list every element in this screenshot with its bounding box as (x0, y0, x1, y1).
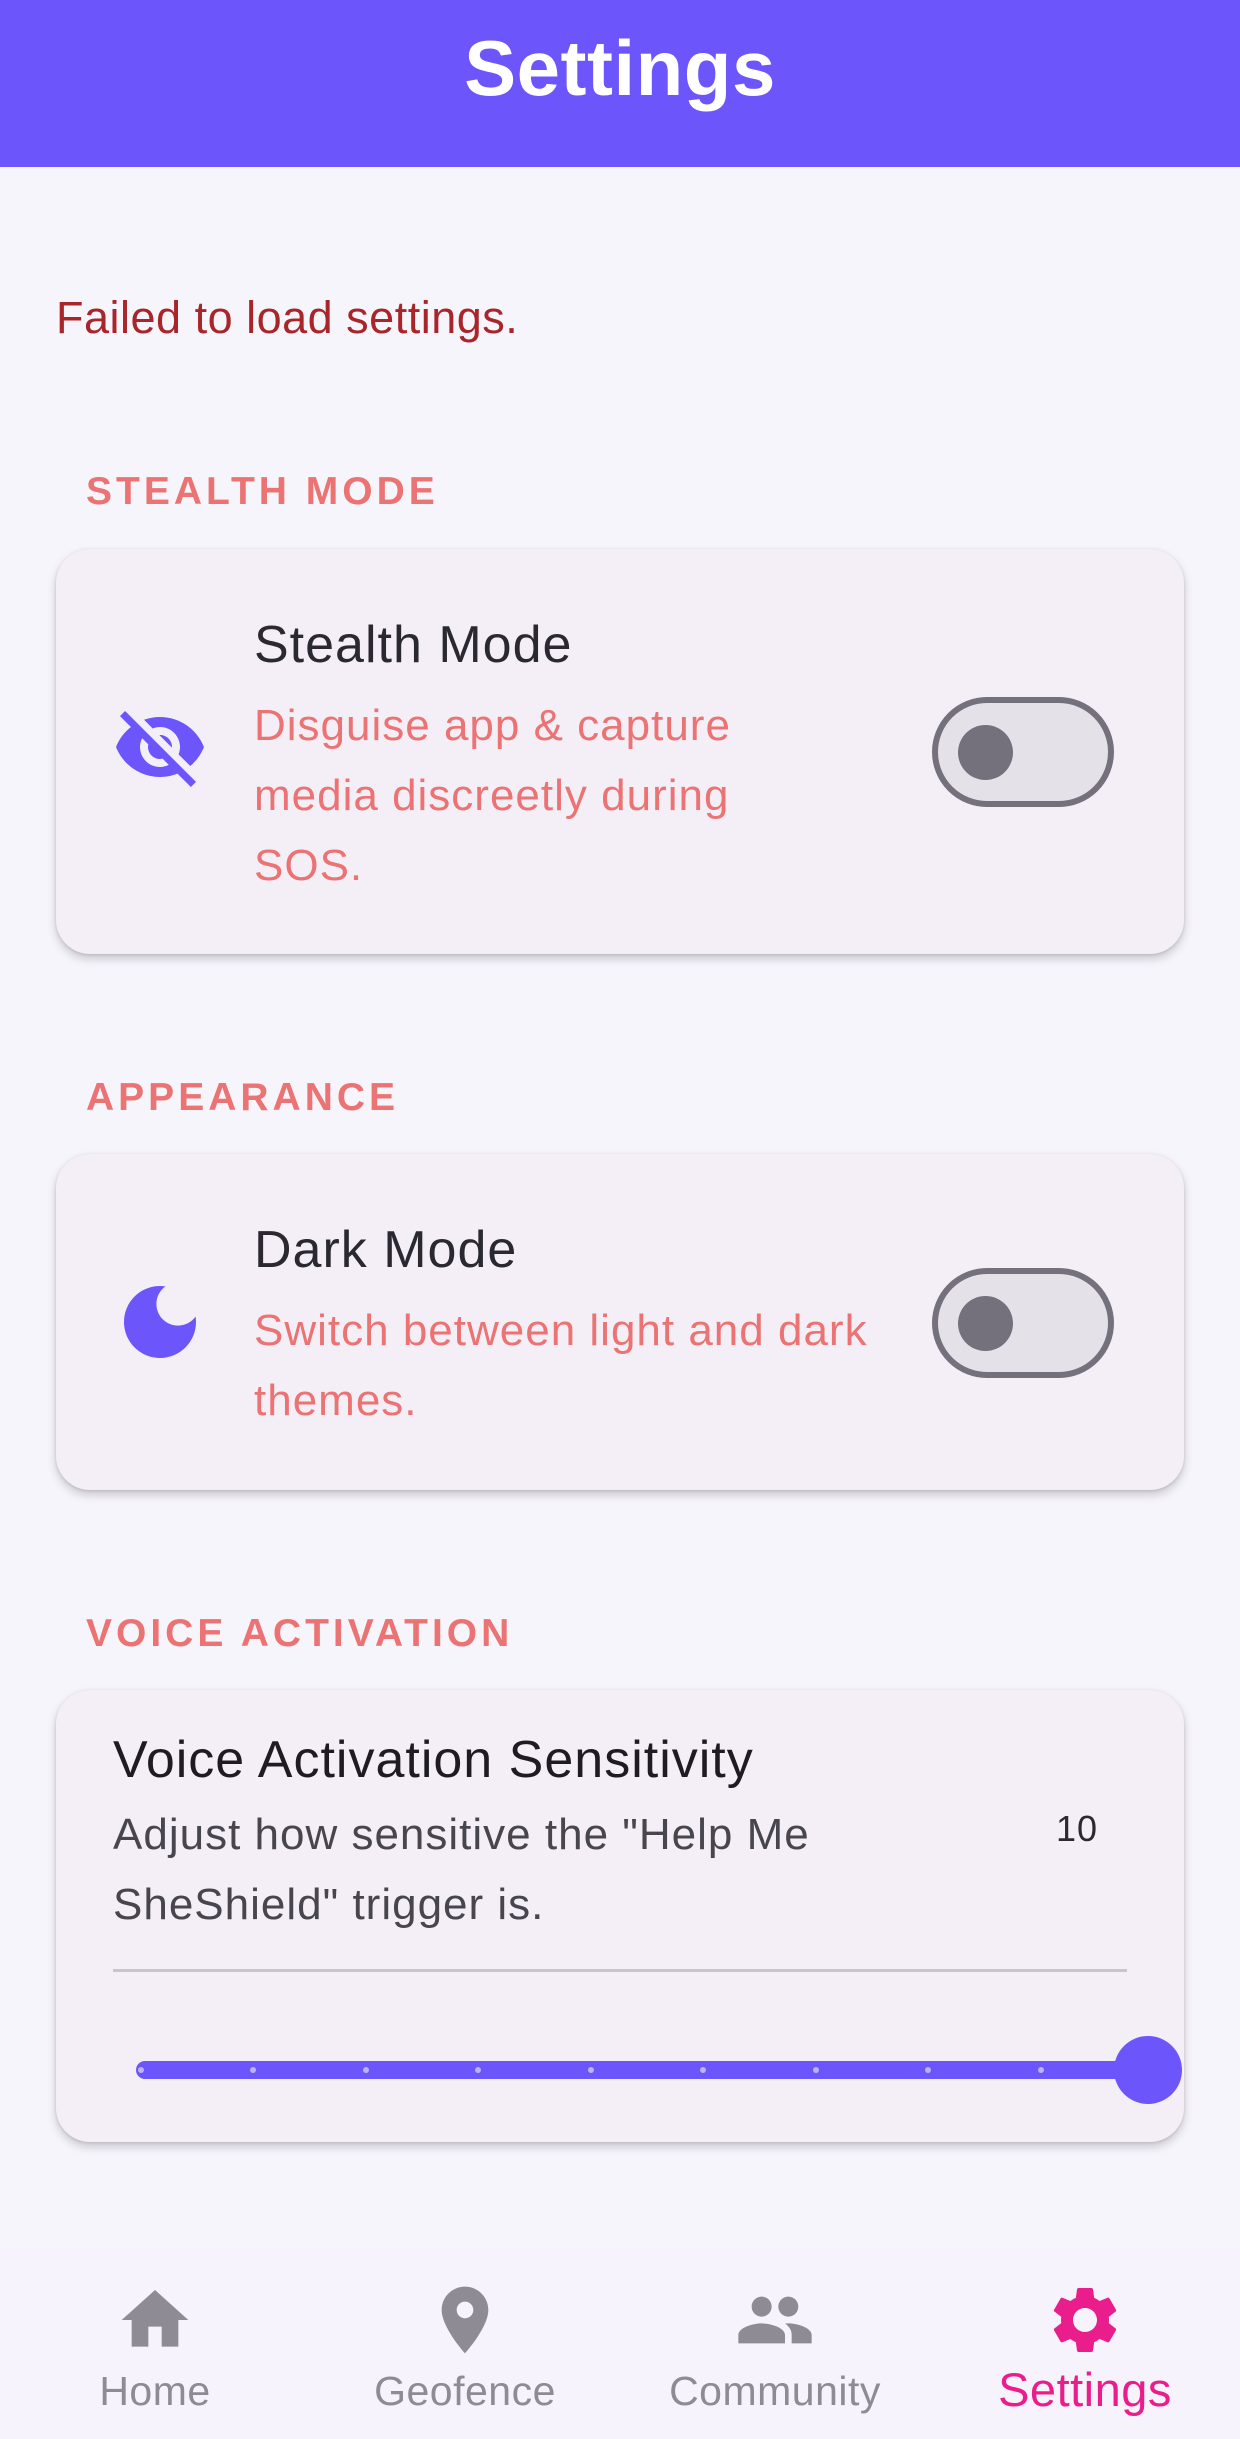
home-icon (115, 2280, 195, 2360)
section-header-voice: VOICE ACTIVATION (86, 1612, 514, 1655)
nav-label-settings: Settings (998, 2363, 1172, 2416)
slider-thumb[interactable] (1114, 2036, 1182, 2104)
slider-tick (138, 2067, 144, 2073)
slider-tick (812, 2067, 819, 2073)
divider (113, 1969, 1127, 1972)
slider-tick (362, 2067, 369, 2073)
voice-sensitivity-description: Adjust how sensitive the "Help Me SheShi… (113, 1810, 810, 1929)
app-bar: Settings (0, 0, 1240, 167)
section-header-appearance: APPEARANCE (86, 1076, 400, 1119)
eye-off-icon (112, 699, 208, 795)
toggle-thumb (958, 1296, 1013, 1351)
stealth-mode-description: Disguise app & capture media discreetly … (254, 701, 731, 890)
dark-mode-card: Dark Mode Switch between light and dark … (56, 1154, 1184, 1490)
bottom-navigation: Home Geofence Community Settings (0, 2248, 1240, 2439)
nav-item-community[interactable]: Community (620, 2248, 930, 2439)
dark-mode-title: Dark Mode (254, 1221, 518, 1279)
voice-sensitivity-card: Voice Activation Sensitivity Adjust how … (56, 1690, 1184, 2142)
stealth-mode-card: Stealth Mode Disguise app & capture medi… (56, 549, 1184, 954)
slider-track (136, 2061, 1148, 2079)
stealth-mode-toggle[interactable] (932, 697, 1114, 807)
settings-screen: Settings Failed to load settings. STEALT… (0, 0, 1240, 2439)
moon-icon (112, 1274, 208, 1370)
stealth-mode-title: Stealth Mode (254, 616, 573, 674)
toggle-thumb (958, 725, 1013, 780)
nav-item-settings[interactable]: Settings (930, 2248, 1240, 2439)
nav-item-geofence[interactable]: Geofence (310, 2248, 620, 2439)
nav-label-community: Community (669, 2368, 881, 2414)
sensitivity-slider[interactable] (136, 2030, 1182, 2110)
slider-tick (587, 2067, 594, 2073)
error-message: Failed to load settings. (56, 292, 519, 343)
gear-icon (1045, 2280, 1125, 2360)
people-icon (735, 2280, 815, 2360)
slider-tick (1037, 2067, 1044, 2073)
dark-mode-toggle[interactable] (932, 1268, 1114, 1378)
section-header-stealth: STEALTH MODE (86, 470, 439, 513)
voice-sensitivity-title: Voice Activation Sensitivity (113, 1731, 754, 1789)
nav-item-home[interactable]: Home (0, 2248, 310, 2439)
page-title: Settings (464, 24, 776, 112)
dark-mode-description: Switch between light and dark themes. (254, 1306, 868, 1425)
sensitivity-value: 10 (1056, 1808, 1099, 1849)
nav-label-geofence: Geofence (374, 2368, 556, 2414)
nav-label-home: Home (99, 2368, 211, 2414)
location-pin-icon (425, 2280, 505, 2360)
